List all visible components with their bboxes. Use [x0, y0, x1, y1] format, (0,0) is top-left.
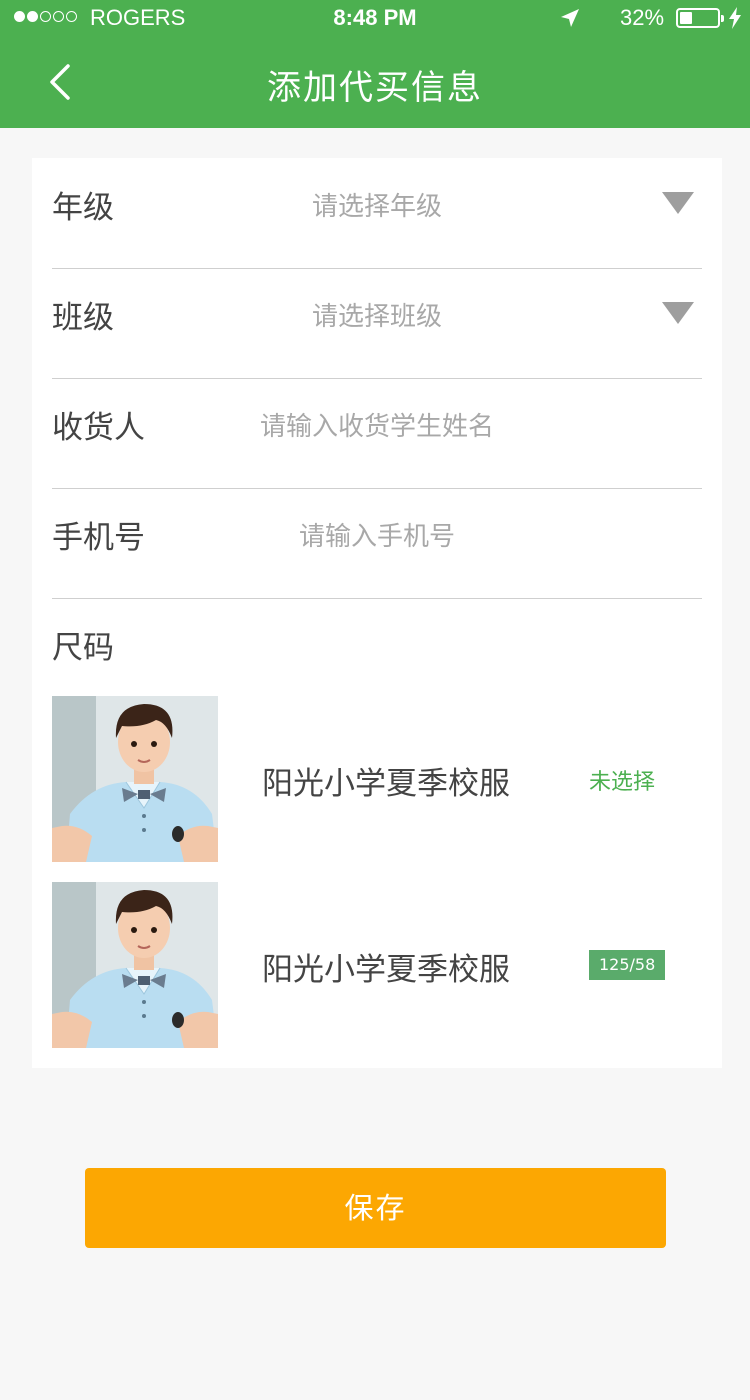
dropdown-arrow-icon — [662, 302, 694, 324]
grade-select[interactable]: 年级 请选择年级 — [52, 158, 702, 269]
battery-icon — [676, 8, 724, 28]
product-name: 阳光小学夏季校服 — [262, 766, 510, 802]
size-badge[interactable]: 125/58 — [589, 950, 666, 980]
product-image — [52, 882, 218, 1048]
form-card: 年级 请选择年级 班级 请选择班级 收货人 请输入收货学生姓名 手机号 请输入手… — [32, 158, 722, 1068]
class-placeholder: 请选择班级 — [311, 302, 442, 332]
product-image — [52, 696, 218, 862]
grade-placeholder: 请选择年级 — [311, 192, 442, 222]
dropdown-arrow-icon — [662, 192, 694, 214]
size-label: 尺码 — [52, 630, 114, 666]
battery-percentage: 32% — [620, 5, 665, 30]
status-bar: ROGERS 8:48 PM 32% — [0, 0, 750, 36]
page-title: 添加代买信息 — [267, 68, 483, 108]
product-item[interactable]: 阳光小学夏季校服 未选择 — [52, 696, 702, 862]
save-button[interactable]: 保存 — [85, 1168, 666, 1248]
receiver-field[interactable]: 收货人 请输入收货学生姓名 — [52, 378, 702, 489]
receiver-input[interactable]: 请输入收货学生姓名 — [52, 406, 702, 443]
product-item[interactable]: 阳光小学夏季校服 125/58 — [52, 882, 702, 1048]
phone-field[interactable]: 手机号 请输入手机号 — [52, 488, 702, 599]
class-select[interactable]: 班级 请选择班级 — [52, 268, 702, 379]
charging-bolt-icon — [729, 7, 741, 29]
size-status[interactable]: 未选择 — [589, 764, 655, 796]
product-name: 阳光小学夏季校服 — [262, 952, 510, 988]
phone-input[interactable]: 请输入手机号 — [52, 516, 702, 553]
location-arrow-icon — [561, 9, 579, 27]
nav-header: ROGERS 8:48 PM 32% 添加代买信息 — [0, 0, 750, 128]
